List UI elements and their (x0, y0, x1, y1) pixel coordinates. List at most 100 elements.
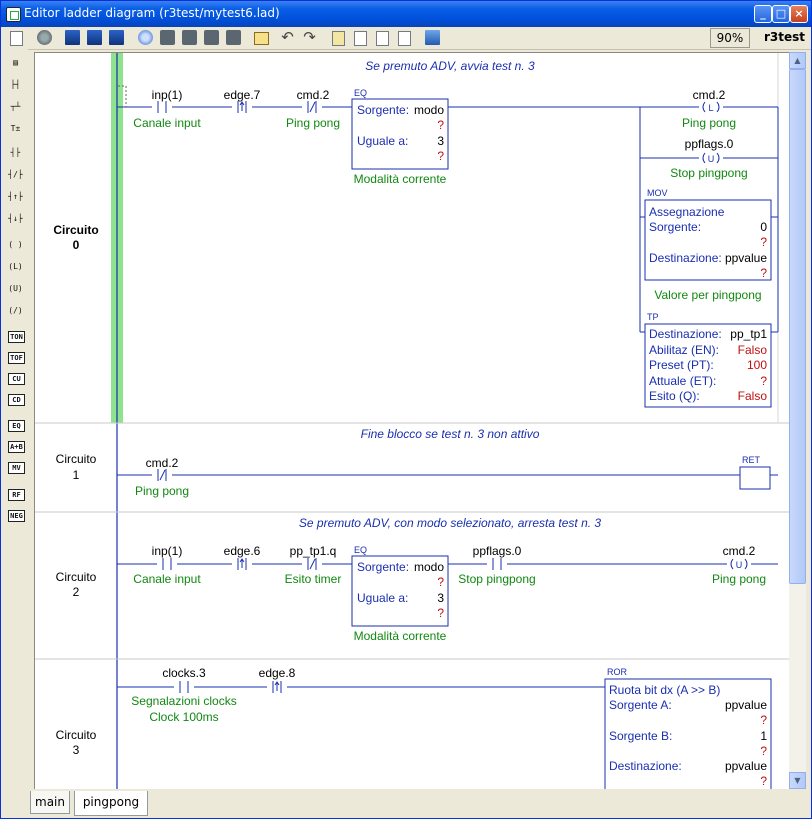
block-param-label: Uguale a: (357, 134, 408, 148)
toolbar: ↶ ↷ (1, 27, 811, 50)
paste-icon[interactable] (204, 30, 219, 45)
scroll-thumb[interactable] (789, 69, 806, 584)
help-book-icon[interactable] (425, 30, 440, 45)
vertical-scrollbar[interactable]: ▲ ▼ (789, 52, 806, 789)
contact-pptp1q[interactable]: pp_tp1.q Esito timer (285, 544, 342, 586)
zoom-level[interactable]: 90% (710, 28, 750, 48)
new-rung-icon[interactable]: ▤ (8, 57, 23, 69)
search-icon[interactable] (398, 31, 411, 46)
coil-description: Ping pong (682, 116, 736, 130)
replace-icon[interactable] (376, 31, 389, 46)
branch-icon[interactable]: ┬┴ (8, 101, 23, 113)
contact-description: Segnalazioni clocks (131, 694, 236, 708)
sidebar-eq[interactable]: EQ (8, 420, 25, 432)
sidebar-mov[interactable]: MV (8, 462, 25, 474)
scroll-up-icon[interactable]: ▲ (789, 52, 806, 69)
contact-address: inp(1) (152, 88, 183, 102)
coil-cmd2-latch[interactable]: L cmd.2 Ping pong (682, 88, 736, 130)
contact-inp1[interactable]: inp(1) Canale input (133, 544, 201, 586)
delete-icon[interactable] (226, 30, 241, 45)
contact-neg-edge-icon[interactable]: ┤↓├ (8, 213, 23, 225)
contact-cmd2-nc[interactable]: cmd.2 Ping pong (286, 88, 340, 130)
coil-address: ppflags.0 (685, 137, 734, 151)
find-icon[interactable] (354, 31, 367, 46)
eq-block[interactable]: EQ Sorgente: modo ? Uguale a: 3 ? Modali… (351, 88, 449, 186)
rung-number: 3 (73, 743, 80, 757)
sidebar-add[interactable]: A+B (8, 441, 25, 453)
sidebar-coil-unlatch[interactable]: (U) (8, 283, 23, 295)
scroll-down-icon[interactable]: ▼ (789, 772, 806, 789)
minimize-button[interactable]: _ (754, 5, 772, 23)
contact-nc-icon[interactable]: ┤/├ (8, 169, 23, 181)
tp-timer-block[interactable]: TP Destinazione: pp_tp1 Abilitaz (EN): F… (644, 312, 772, 408)
mail-icon[interactable] (254, 32, 269, 45)
rung-1[interactable]: Circuito 1 Fine blocco se test n. 3 non … (56, 427, 778, 498)
tab-main[interactable]: main (30, 791, 70, 814)
contact-address: ppflags.0 (473, 544, 522, 558)
select-icon[interactable] (138, 30, 153, 45)
rung-0[interactable]: Circuito 0 Se premuto ADV, avvia test n.… (53, 59, 779, 408)
contact-no-icon[interactable]: ┤├ (8, 147, 23, 159)
contact-address: cmd.2 (297, 88, 330, 102)
save-icon[interactable] (65, 30, 80, 45)
sidebar-coil-normal[interactable]: ( ) (8, 239, 23, 251)
block-param-value: ppvalue (725, 698, 767, 712)
coil-cmd2-unlatch[interactable]: U cmd.2 Ping pong (712, 544, 766, 586)
sheet-tabs: main pingpong (28, 789, 811, 818)
sidebar-coil-negated[interactable]: (/) (8, 305, 23, 317)
contact-edge8[interactable]: edge.8 (259, 666, 296, 693)
maximize-button[interactable]: □ (772, 5, 790, 23)
block-param-value: 3 (437, 591, 444, 605)
sidebar-tof[interactable]: TOF (8, 352, 25, 364)
copy-icon[interactable] (182, 30, 197, 45)
contact-address: cmd.2 (146, 456, 179, 470)
eq-block[interactable]: EQ Sorgente: modo ? Uguale a: 3 ? Modali… (351, 545, 449, 643)
contact-inp1[interactable]: inp(1) Canale input (133, 88, 201, 130)
block-param-label: Sorgente: (357, 103, 409, 117)
sidebar-ton[interactable]: TON (8, 331, 25, 343)
sidebar-ctu[interactable]: CU (8, 373, 25, 385)
rung-3[interactable]: Circuito 3 clocks.3 Segnalazioni clocks … (56, 666, 772, 790)
ladder-canvas[interactable]: Circuito 0 Se premuto ADV, avvia test n.… (34, 52, 790, 791)
properties-icon[interactable] (10, 31, 23, 46)
contact-description: Clock 100ms (149, 710, 218, 724)
sidebar-coil-latch[interactable]: (L) (8, 261, 23, 273)
element-palette: ▤ ├┤ ┬┴ T± ┤├ ┤/├ ┤↑├ ┤↓├ ( ) (L) (U) (/… (1, 49, 28, 818)
tab-pingpong[interactable]: pingpong (74, 791, 148, 816)
contact-pos-edge-icon[interactable]: ┤↑├ (8, 191, 23, 203)
cut-icon[interactable] (160, 30, 175, 45)
block-live-value: Falso (738, 343, 768, 357)
block-live-value: ? (760, 744, 767, 758)
branch-end-icon[interactable]: T± (8, 123, 23, 135)
run-icon[interactable] (37, 30, 52, 45)
sidebar-neg[interactable]: NEG (8, 510, 25, 522)
contact-cmd2-nc[interactable]: cmd.2 Ping pong (135, 456, 189, 498)
close-button[interactable]: × (790, 5, 808, 23)
rung-2[interactable]: Circuito 2 Se premuto ADV, con modo sele… (56, 516, 778, 643)
ror-block[interactable]: ROR Ruota bit dx (A >> B) Sorgente A: pp… (604, 667, 772, 790)
redo-icon[interactable]: ↷ (302, 30, 317, 45)
block-param-value: modo (414, 560, 444, 574)
contact-clocks3[interactable]: clocks.3 Segnalazioni clocks Clock 100ms (131, 666, 236, 724)
block-param-value: 3 (437, 134, 444, 148)
title-bar[interactable]: Editor ladder diagram (r3test/mytest6.la… (1, 1, 811, 27)
contact-ppflags0[interactable]: ppflags.0 Stop pingpong (458, 544, 535, 586)
compile-icon[interactable] (332, 31, 345, 46)
save-check-icon[interactable] (109, 30, 124, 45)
sidebar-ctd[interactable]: CD (8, 394, 25, 406)
block-live-value: ? (437, 118, 444, 132)
block-param-label: Uguale a: (357, 591, 408, 605)
block-param-label: Destinazione: (609, 759, 682, 773)
block-param-value: modo (414, 103, 444, 117)
mov-block[interactable]: MOV Assegnazione Sorgente: 0 ? Destinazi… (644, 188, 772, 302)
contact-edge7[interactable]: edge.7 (224, 88, 261, 113)
contact-edge6[interactable]: edge.6 (224, 544, 261, 570)
block-param-label: Abilitaz (EN): (649, 343, 719, 357)
undo-icon[interactable]: ↶ (280, 30, 295, 45)
rung-wire-icon[interactable]: ├┤ (8, 79, 23, 91)
ret-block[interactable]: RET (739, 455, 771, 490)
sidebar-rof[interactable]: RF (8, 489, 25, 501)
rung-comment: Fine blocco se test n. 3 non attivo (361, 427, 540, 441)
save-all-icon[interactable] (87, 30, 102, 45)
contact-address: edge.6 (224, 544, 261, 558)
